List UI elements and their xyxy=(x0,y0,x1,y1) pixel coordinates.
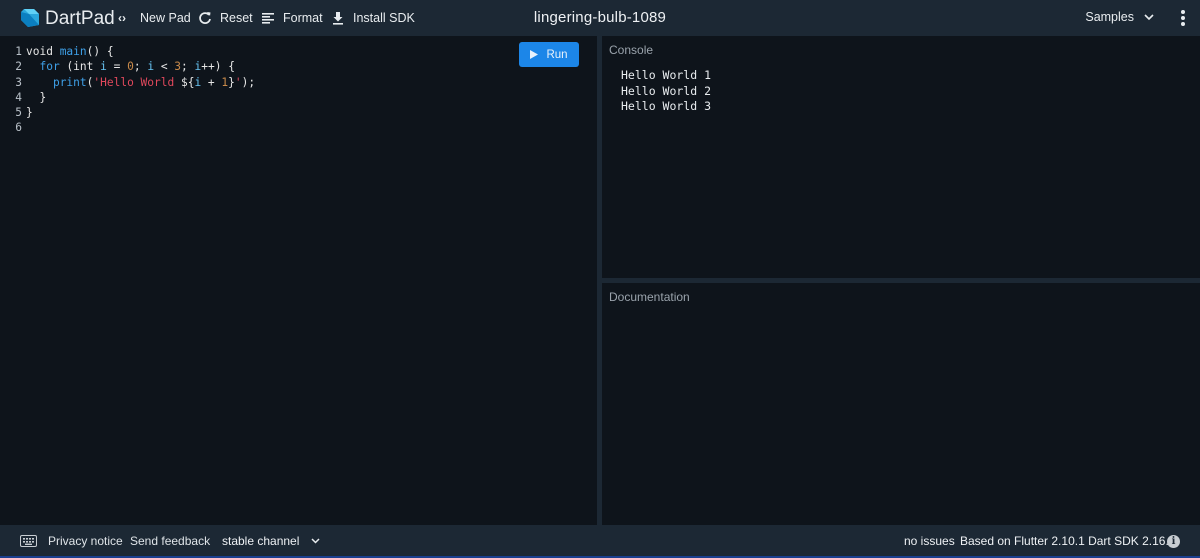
chevron-down-icon xyxy=(1144,13,1154,20)
code-line-5: } xyxy=(26,106,33,120)
line-number: 5 xyxy=(15,106,22,120)
chevron-down-icon xyxy=(311,538,320,544)
line-number-gutter: 1 2 3 4 5 6 xyxy=(0,44,22,136)
channel-dropdown[interactable]: stable channel xyxy=(222,534,320,548)
send-feedback-link[interactable]: Send feedback xyxy=(130,534,210,548)
documentation-panel: Documentation xyxy=(602,283,1200,525)
sdk-version-info: Based on Flutter 2.10.1 Dart SDK 2.16.1 xyxy=(960,534,1176,548)
pad-title[interactable]: lingering-bulb-1089 xyxy=(0,9,1200,26)
console-line: Hello World 3 xyxy=(621,99,712,114)
code-line-4: } xyxy=(26,90,47,104)
line-number: 2 xyxy=(15,60,22,74)
info-icon[interactable]: i xyxy=(1167,535,1180,548)
code-line-1: void main() { xyxy=(26,45,114,58)
code-line-3: print('Hello World ${i + 1}'); xyxy=(52,75,256,89)
run-button[interactable]: Run xyxy=(519,42,579,67)
samples-dropdown[interactable]: Samples xyxy=(1085,10,1154,24)
code-editor[interactable]: 1 2 3 4 5 6 void main() { for (int i = 0… xyxy=(0,36,597,525)
issues-status[interactable]: no issues xyxy=(904,534,955,548)
samples-label: Samples xyxy=(1085,10,1134,24)
documentation-title: Documentation xyxy=(609,290,690,304)
code-content[interactable]: void main() { for (int i = 0; i < 3; i++… xyxy=(26,44,255,136)
console-panel: Console Hello World 1 Hello World 2 Hell… xyxy=(602,36,1200,278)
console-output: Hello World 1 Hello World 2 Hello World … xyxy=(621,68,711,115)
more-vert-icon[interactable] xyxy=(1180,9,1186,27)
console-line: Hello World 2 xyxy=(621,83,712,98)
status-footer: Privacy notice Send feedback stable chan… xyxy=(0,525,1200,558)
console-title: Console xyxy=(609,43,654,57)
code-line-2: for (int i = 0; i < 3; i++) { xyxy=(39,60,235,74)
line-number: 6 xyxy=(15,121,22,135)
line-number: 1 xyxy=(15,45,22,58)
privacy-notice-link[interactable]: Privacy notice xyxy=(48,534,123,548)
app-header: DartPad ‹› New Pad Reset Format Install … xyxy=(0,0,1200,36)
play-icon xyxy=(530,50,539,59)
line-number: 3 xyxy=(15,75,22,89)
line-number: 4 xyxy=(15,90,22,104)
keyboard-icon[interactable] xyxy=(20,535,37,547)
run-label: Run xyxy=(546,48,568,61)
channel-label: stable channel xyxy=(222,534,300,548)
console-line: Hello World 1 xyxy=(621,68,712,82)
